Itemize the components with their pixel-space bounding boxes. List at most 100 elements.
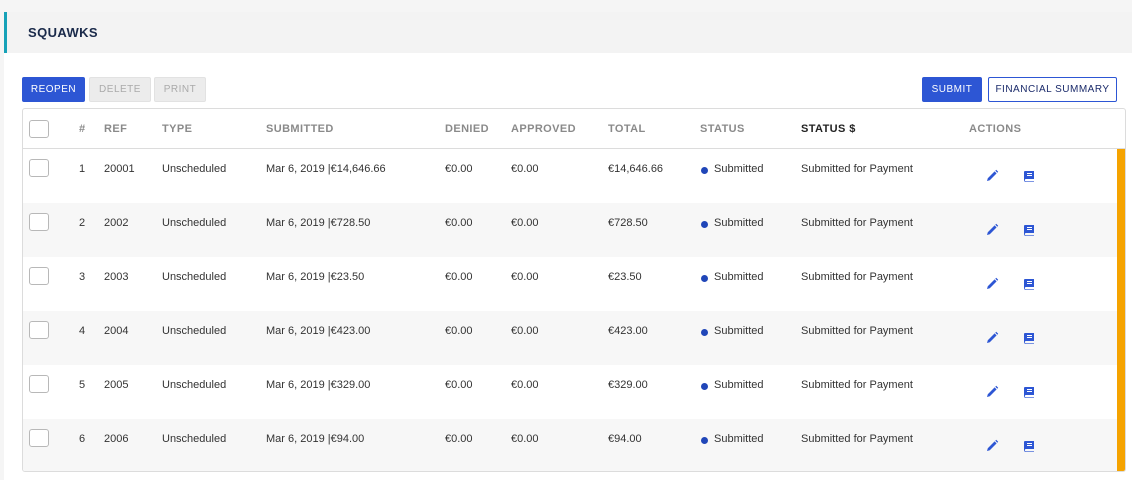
row-ref: 2004 xyxy=(104,325,129,337)
table-header: # REF TYPE SUBMITTED DENIED APPROVED TOT… xyxy=(23,109,1125,149)
row-type: Unscheduled xyxy=(162,325,227,337)
row-status: Submitted xyxy=(714,325,764,337)
table-row: 5 2005 Unscheduled Mar 6, 2019 |€329.00 … xyxy=(23,365,1119,419)
status-dot xyxy=(701,221,708,228)
row-total: €423.00 xyxy=(608,325,648,337)
financial-summary-button[interactable]: FINANCIAL SUMMARY xyxy=(988,77,1117,102)
select-all-checkbox[interactable] xyxy=(29,120,49,138)
section-title: SQUAWKS xyxy=(28,25,98,40)
row-status: Submitted xyxy=(714,433,764,445)
print-button[interactable]: PRINT xyxy=(154,77,206,102)
table-row: 2 2002 Unscheduled Mar 6, 2019 |€728.50 … xyxy=(23,203,1119,257)
row-approved: €0.00 xyxy=(511,379,539,391)
row-status: Submitted xyxy=(714,271,764,283)
book-icon[interactable] xyxy=(1022,277,1036,291)
row-denied: €0.00 xyxy=(445,379,473,391)
section-header: SQUAWKS xyxy=(4,12,1132,53)
col-header-denied[interactable]: DENIED xyxy=(445,123,489,135)
row-checkbox[interactable] xyxy=(29,375,49,393)
row-status-dollar: Submitted for Payment xyxy=(801,163,913,175)
col-header-approved[interactable]: APPROVED xyxy=(511,123,576,135)
row-status: Submitted xyxy=(714,379,764,391)
row-approved: €0.00 xyxy=(511,163,539,175)
row-status-dollar: Submitted for Payment xyxy=(801,379,913,391)
row-denied: €0.00 xyxy=(445,271,473,283)
row-num: 6 xyxy=(79,433,86,445)
book-icon[interactable] xyxy=(1022,223,1036,237)
col-header-actions: ACTIONS xyxy=(969,123,1022,135)
row-submitted: Mar 6, 2019 |€94.00 xyxy=(266,433,365,445)
row-type: Unscheduled xyxy=(162,217,227,229)
table-row: 4 2004 Unscheduled Mar 6, 2019 |€423.00 … xyxy=(23,311,1119,365)
row-total: €728.50 xyxy=(608,217,648,229)
row-num: 3 xyxy=(79,271,86,283)
row-checkbox[interactable] xyxy=(29,321,49,339)
row-type: Unscheduled xyxy=(162,271,227,283)
col-header-status-dollar[interactable]: STATUS $ xyxy=(801,123,856,135)
row-type: Unscheduled xyxy=(162,433,227,445)
row-denied: €0.00 xyxy=(445,325,473,337)
row-num: 2 xyxy=(79,217,86,229)
status-dot xyxy=(701,167,708,174)
row-checkbox[interactable] xyxy=(29,159,49,177)
row-ref: 2003 xyxy=(104,271,129,283)
pencil-icon[interactable] xyxy=(985,277,999,291)
col-header-submitted[interactable]: SUBMITTED xyxy=(266,123,334,135)
accent-bar xyxy=(1117,149,1125,471)
row-denied: €0.00 xyxy=(445,163,473,175)
row-approved: €0.00 xyxy=(511,433,539,445)
status-dot xyxy=(701,383,708,390)
row-submitted: Mar 6, 2019 |€14,646.66 xyxy=(266,163,386,175)
row-status: Submitted xyxy=(714,217,764,229)
row-approved: €0.00 xyxy=(511,271,539,283)
col-header-type[interactable]: TYPE xyxy=(162,123,192,135)
row-denied: €0.00 xyxy=(445,217,473,229)
book-icon[interactable] xyxy=(1022,331,1036,345)
col-header-num: # xyxy=(79,123,86,135)
row-status-dollar: Submitted for Payment xyxy=(801,217,913,229)
row-num: 5 xyxy=(79,379,86,391)
row-approved: €0.00 xyxy=(511,217,539,229)
row-type: Unscheduled xyxy=(162,379,227,391)
row-checkbox[interactable] xyxy=(29,429,49,447)
status-dot xyxy=(701,329,708,336)
squawks-table: # REF TYPE SUBMITTED DENIED APPROVED TOT… xyxy=(22,108,1126,472)
status-dot xyxy=(701,437,708,444)
row-num: 4 xyxy=(79,325,86,337)
book-icon[interactable] xyxy=(1022,439,1036,453)
table-row: 6 2006 Unscheduled Mar 6, 2019 |€94.00 €… xyxy=(23,419,1119,471)
reopen-button[interactable]: REOPEN xyxy=(22,77,85,102)
book-icon[interactable] xyxy=(1022,169,1036,183)
status-dot xyxy=(701,275,708,282)
row-total: €23.50 xyxy=(608,271,642,283)
pencil-icon[interactable] xyxy=(985,439,999,453)
row-num: 1 xyxy=(79,163,86,175)
row-submitted: Mar 6, 2019 |€423.00 xyxy=(266,325,371,337)
pencil-icon[interactable] xyxy=(985,223,999,237)
row-total: €94.00 xyxy=(608,433,642,445)
row-checkbox[interactable] xyxy=(29,267,49,285)
book-icon[interactable] xyxy=(1022,385,1036,399)
col-header-ref[interactable]: REF xyxy=(104,123,127,135)
row-status: Submitted xyxy=(714,163,764,175)
row-status-dollar: Submitted for Payment xyxy=(801,271,913,283)
row-ref: 20001 xyxy=(104,163,135,175)
submit-button[interactable]: SUBMIT xyxy=(922,77,982,102)
row-total: €329.00 xyxy=(608,379,648,391)
col-header-total[interactable]: TOTAL xyxy=(608,123,646,135)
row-checkbox[interactable] xyxy=(29,213,49,231)
row-type: Unscheduled xyxy=(162,163,227,175)
row-status-dollar: Submitted for Payment xyxy=(801,433,913,445)
row-status-dollar: Submitted for Payment xyxy=(801,325,913,337)
row-ref: 2002 xyxy=(104,217,129,229)
row-denied: €0.00 xyxy=(445,433,473,445)
delete-button[interactable]: DELETE xyxy=(89,77,151,102)
pencil-icon[interactable] xyxy=(985,169,999,183)
col-header-status[interactable]: STATUS xyxy=(700,123,745,135)
table-row: 3 2003 Unscheduled Mar 6, 2019 |€23.50 €… xyxy=(23,257,1119,311)
row-ref: 2006 xyxy=(104,433,129,445)
row-submitted: Mar 6, 2019 |€23.50 xyxy=(266,271,365,283)
pencil-icon[interactable] xyxy=(985,385,999,399)
pencil-icon[interactable] xyxy=(985,331,999,345)
row-approved: €0.00 xyxy=(511,325,539,337)
